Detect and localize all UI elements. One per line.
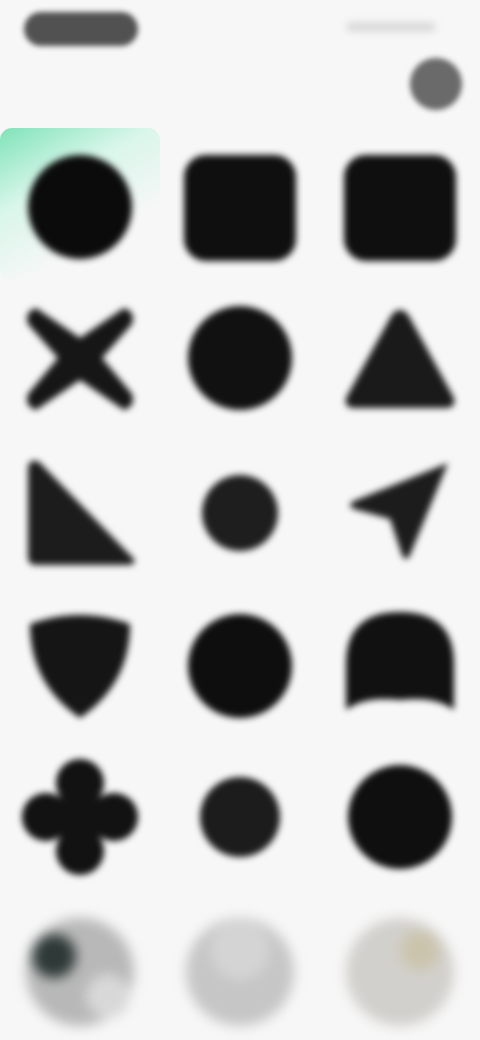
shape-option-arrow-pointer[interactable] bbox=[320, 434, 480, 587]
shape-option-flower[interactable] bbox=[0, 740, 160, 893]
circle-icon bbox=[188, 613, 292, 718]
circle-icon bbox=[348, 764, 452, 869]
shape-grid bbox=[0, 128, 480, 893]
shape-option-shield[interactable] bbox=[0, 587, 160, 740]
small-circle-icon bbox=[202, 474, 278, 551]
shape-option-circle[interactable] bbox=[160, 281, 320, 434]
photo-thumbnail[interactable] bbox=[160, 893, 320, 1040]
flower-icon bbox=[22, 758, 138, 875]
shape-option-circle[interactable] bbox=[160, 587, 320, 740]
status-pill-icon bbox=[24, 12, 138, 46]
shape-picker-screen bbox=[0, 0, 480, 1040]
shield-icon bbox=[30, 614, 130, 718]
photo-thumbnail-icon bbox=[346, 917, 454, 1026]
shape-option-arch[interactable] bbox=[320, 587, 480, 740]
arrow-pointer-icon bbox=[350, 462, 448, 559]
photo-thumbnail[interactable] bbox=[0, 893, 160, 1040]
photo-thumbnail-row bbox=[0, 893, 480, 1040]
photo-thumbnail-icon bbox=[186, 917, 294, 1026]
right-triangle-icon bbox=[28, 460, 135, 565]
shape-option-rounded-square[interactable] bbox=[160, 128, 320, 281]
page-title bbox=[150, 70, 330, 98]
rounded-square-icon bbox=[344, 154, 456, 261]
shape-option-x-cross[interactable] bbox=[0, 281, 160, 434]
shape-option-right-triangle[interactable] bbox=[0, 434, 160, 587]
rounded-square-icon bbox=[184, 154, 296, 261]
circle-icon bbox=[28, 154, 132, 259]
circle-icon bbox=[188, 305, 292, 410]
shape-option-small-circle[interactable] bbox=[160, 434, 320, 587]
shape-option-rounded-square[interactable] bbox=[320, 128, 480, 281]
shape-option-triangle[interactable] bbox=[320, 281, 480, 434]
shape-option-small-circle[interactable] bbox=[160, 740, 320, 893]
arch-icon bbox=[346, 611, 454, 710]
shape-option-circle[interactable] bbox=[320, 740, 480, 893]
status-indicators-icon bbox=[346, 22, 436, 32]
photo-thumbnail-icon bbox=[26, 917, 134, 1026]
avatar-icon[interactable] bbox=[410, 58, 462, 110]
x-cross-icon bbox=[27, 307, 133, 410]
triangle-icon bbox=[345, 309, 455, 408]
small-circle-icon bbox=[200, 776, 280, 857]
photo-thumbnail[interactable] bbox=[320, 893, 480, 1040]
shape-option-circle[interactable] bbox=[0, 128, 160, 281]
